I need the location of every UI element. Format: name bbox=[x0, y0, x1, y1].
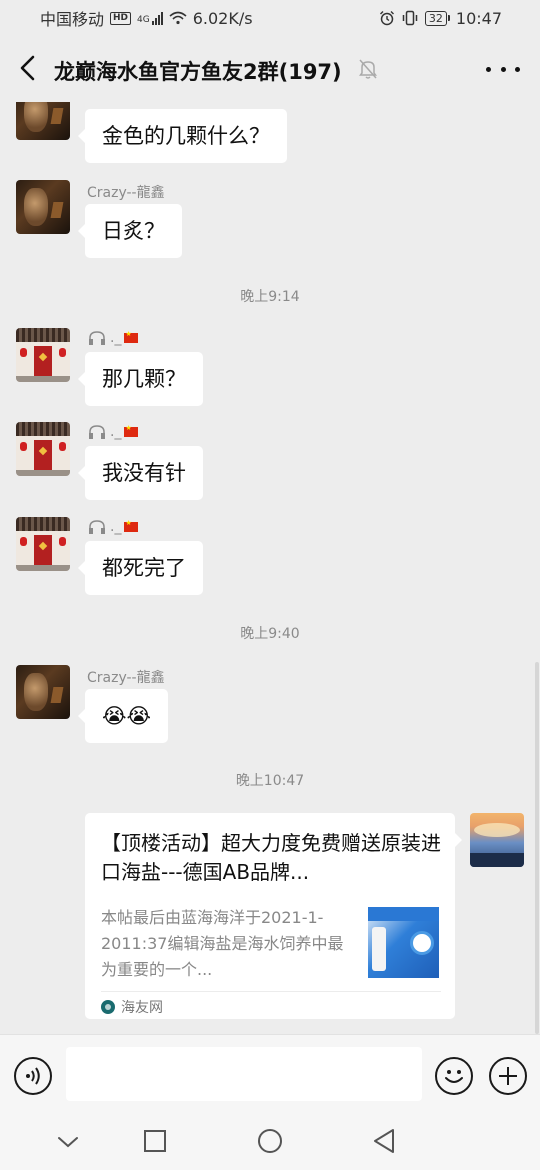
timestamp: 晚上9:14 bbox=[240, 289, 300, 305]
avatar[interactable] bbox=[16, 180, 70, 234]
headphones-icon bbox=[89, 425, 105, 439]
more-dot bbox=[486, 66, 491, 72]
headphones-icon bbox=[89, 331, 105, 345]
triangle-back-icon bbox=[374, 1129, 394, 1153]
signal-icon bbox=[151, 11, 163, 25]
link-card-title: 【顶楼活动】超大力度免费赠送原装进口海盐---德国AB品牌... bbox=[101, 831, 441, 884]
nickname-icons: ._ bbox=[87, 519, 139, 535]
message-bubble[interactable]: 那几颗？ bbox=[78, 352, 203, 406]
vibrate-icon bbox=[402, 10, 418, 26]
nickname-icons: ._ bbox=[87, 330, 139, 346]
message-bubble[interactable]: 金色的几颗什么？ bbox=[78, 109, 287, 163]
nav-collapse-button[interactable] bbox=[53, 1128, 83, 1154]
input-bar bbox=[0, 1034, 540, 1118]
nav-recents-button[interactable] bbox=[140, 1128, 170, 1154]
message-bubble[interactable]: 我没有针 bbox=[78, 446, 203, 500]
sender-suffix: ._ bbox=[110, 330, 122, 346]
sender-suffix: ._ bbox=[110, 519, 122, 535]
bell-off-icon bbox=[358, 58, 378, 80]
message-bubble[interactable]: 😭😭 bbox=[77, 689, 169, 743]
message-input[interactable] bbox=[66, 1047, 422, 1101]
wifi-icon bbox=[169, 11, 187, 25]
system-nav-bar bbox=[0, 1118, 540, 1170]
battery-level: 32 bbox=[424, 10, 447, 26]
emoji-icon bbox=[445, 1070, 463, 1083]
chat-title: 龙巅海水鱼官方鱼友2群(197) bbox=[54, 60, 342, 84]
more-dot bbox=[515, 66, 520, 72]
avatar[interactable] bbox=[16, 665, 70, 719]
message-bubble[interactable]: 都死完了 bbox=[78, 541, 203, 595]
scrollbar[interactable] bbox=[535, 662, 539, 1034]
alarm-icon bbox=[379, 11, 394, 26]
avatar[interactable] bbox=[16, 517, 70, 571]
hd-badge: HD bbox=[110, 11, 132, 25]
timestamp: 晚上9:40 bbox=[240, 626, 300, 642]
link-card-description: 本帖最后由蓝海海洋于2021-1-2011:37编辑海盐是海水饲养中最为重要的一… bbox=[101, 908, 344, 979]
sender-name: ._ bbox=[87, 424, 139, 440]
chat-header: 龙巅海水鱼官方鱼友2群(197) bbox=[0, 36, 540, 102]
chat-area[interactable]: 金色的几颗什么？ Crazy--龍鑫 日炙？ 晚上9:14 ._ 那几颗？ ._ bbox=[0, 102, 540, 1034]
source-name: 海友网 bbox=[121, 1000, 163, 1016]
more-button[interactable] bbox=[486, 58, 520, 80]
nickname-icons: ._ bbox=[87, 424, 139, 440]
sender-name: Crazy--龍鑫 bbox=[87, 185, 165, 201]
avatar[interactable] bbox=[16, 102, 70, 140]
back-button[interactable] bbox=[16, 54, 40, 82]
my-avatar[interactable] bbox=[470, 813, 524, 867]
china-flag-icon bbox=[124, 330, 139, 343]
nav-home-button[interactable] bbox=[255, 1128, 285, 1154]
china-flag-icon bbox=[124, 424, 139, 437]
sender-name: Crazy--龍鑫 bbox=[87, 670, 165, 686]
status-left: 中国移动 HD 4G 6.02K/s bbox=[40, 6, 253, 30]
clock: 10:47 bbox=[455, 8, 502, 28]
plus-button[interactable] bbox=[489, 1057, 527, 1095]
sender-name: ._ bbox=[87, 330, 139, 346]
square-icon bbox=[144, 1130, 166, 1152]
network-type: 4G bbox=[137, 15, 150, 25]
link-card-source: 海友网 bbox=[101, 995, 163, 1019]
china-flag-icon bbox=[124, 519, 139, 532]
carrier-label: 中国移动 bbox=[40, 10, 105, 29]
status-bar: 中国移动 HD 4G 6.02K/s 32 10:47 bbox=[0, 0, 540, 36]
status-right: 32 10:47 bbox=[379, 9, 502, 28]
link-card[interactable]: 【顶楼活动】超大力度免费赠送原装进口海盐---德国AB品牌... 本帖最后由蓝海… bbox=[85, 813, 462, 1019]
chevron-left-icon bbox=[20, 55, 35, 81]
divider bbox=[101, 991, 441, 992]
chevron-down-icon bbox=[58, 1137, 78, 1148]
nav-back-button[interactable] bbox=[370, 1128, 400, 1154]
battery-icon: 32 bbox=[424, 10, 450, 26]
headphones-icon bbox=[89, 520, 105, 534]
more-dot bbox=[500, 66, 506, 72]
avatar[interactable] bbox=[16, 328, 70, 382]
emoji-button[interactable] bbox=[435, 1057, 473, 1095]
avatar[interactable] bbox=[16, 422, 70, 476]
sender-suffix: ._ bbox=[110, 424, 122, 440]
source-logo-icon bbox=[101, 1000, 115, 1014]
circle-icon bbox=[258, 1129, 282, 1153]
message-bubble[interactable]: 日炙？ bbox=[78, 204, 182, 258]
timestamp: 晚上10:47 bbox=[235, 773, 305, 789]
voice-icon bbox=[26, 1067, 40, 1085]
network-speed: 6.02K/s bbox=[192, 8, 253, 28]
voice-button[interactable] bbox=[14, 1057, 52, 1095]
sender-name: ._ bbox=[87, 519, 139, 535]
link-card-thumbnail bbox=[368, 907, 439, 978]
